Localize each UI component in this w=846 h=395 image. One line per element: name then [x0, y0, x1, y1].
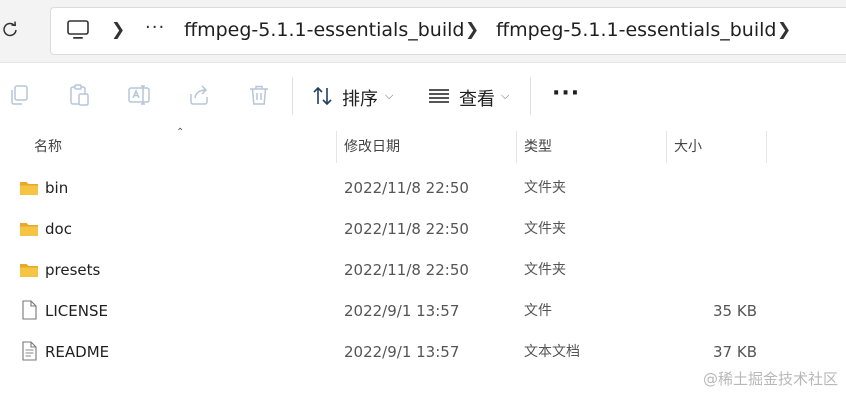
file-date: 2022/9/1 13:57 [344, 302, 460, 320]
file-row[interactable]: presets 2022/11/8 22:50 文件夹 [0, 249, 846, 290]
file-type: 文本文档 [524, 344, 580, 360]
column-header-type[interactable]: 类型 [524, 131, 552, 163]
address-strip: ❯ ··· ffmpeg-5.1.1-essentials_build ❯ ff… [0, 0, 846, 63]
copy-icon[interactable] [7, 83, 31, 107]
file-name[interactable]: doc [45, 219, 72, 239]
column-header-date[interactable]: 修改日期 [344, 131, 400, 163]
breadcrumb-item[interactable]: ffmpeg-5.1.1-essentials_build [496, 18, 776, 42]
text-document-icon [22, 341, 37, 361]
column-header-size[interactable]: 大小 [674, 131, 702, 163]
toolbar-divider [530, 77, 531, 115]
file-row[interactable]: doc 2022/11/8 22:50 文件夹 [0, 208, 846, 249]
file-name[interactable]: bin [45, 178, 68, 198]
view-button[interactable]: 查看 ⌵ [428, 81, 518, 110]
breadcrumb-item[interactable]: ffmpeg-5.1.1-essentials_build [184, 18, 464, 42]
rename-icon[interactable] [127, 83, 151, 107]
column-divider[interactable] [516, 131, 517, 163]
folder-icon [20, 264, 38, 277]
file-type: 文件 [524, 303, 552, 319]
file-row[interactable]: LICENSE 2022/9/1 13:57 文件 35 KB [0, 290, 846, 331]
column-divider[interactable] [336, 131, 337, 163]
chevron-down-icon: ⌵ [385, 89, 394, 102]
file-type: 文件夹 [524, 180, 566, 196]
file-name[interactable]: LICENSE [45, 301, 108, 321]
file-type: 文件夹 [524, 221, 566, 237]
view-list-icon [429, 89, 449, 103]
column-divider[interactable] [766, 131, 767, 163]
sort-button[interactable]: 排序 ⌵ [312, 81, 402, 110]
delete-icon[interactable] [247, 83, 271, 107]
file-name[interactable]: presets [45, 260, 100, 280]
toolbar-divider [292, 77, 293, 115]
folder-icon [20, 182, 38, 195]
file-date: 2022/11/8 22:50 [344, 261, 469, 279]
watermark: @稀土掘金技术社区 [702, 370, 838, 388]
file-size: 35 KB [713, 302, 757, 320]
sort-ascending-icon: ⌃ [176, 127, 185, 138]
file-name[interactable]: README [45, 342, 109, 362]
chevron-right-icon[interactable]: ❯ [777, 18, 791, 42]
column-header-name[interactable]: 名称 [34, 131, 62, 163]
chevron-down-icon: ⌵ [501, 89, 510, 102]
file-type: 文件夹 [524, 262, 566, 278]
address-bar[interactable]: ❯ ··· ffmpeg-5.1.1-essentials_build ❯ ff… [50, 7, 846, 55]
file-date: 2022/9/1 13:57 [344, 343, 460, 361]
view-label: 查看 [459, 89, 495, 110]
file-icon [22, 300, 37, 320]
file-row[interactable]: README 2022/9/1 13:57 文本文档 37 KB [0, 331, 846, 372]
share-icon[interactable] [187, 83, 211, 107]
command-bar: 排序 ⌵ 查看 ⌵ [0, 63, 846, 129]
file-date: 2022/11/8 22:50 [344, 220, 469, 238]
refresh-icon[interactable] [2, 20, 22, 42]
more-options-button[interactable]: ··· [552, 80, 580, 108]
sort-label: 排序 [342, 89, 378, 110]
computer-icon[interactable] [67, 20, 89, 40]
breadcrumb-overflow-button[interactable]: ··· [145, 16, 165, 40]
file-size: 37 KB [713, 343, 757, 361]
column-divider[interactable] [666, 131, 667, 163]
folder-icon [20, 223, 38, 236]
paste-icon[interactable] [67, 83, 91, 107]
chevron-right-icon[interactable]: ❯ [111, 18, 125, 42]
file-row[interactable]: bin 2022/11/8 22:50 文件夹 [0, 167, 846, 208]
file-date: 2022/11/8 22:50 [344, 179, 469, 197]
sort-icon [313, 86, 332, 106]
chevron-right-icon[interactable]: ❯ [465, 18, 479, 42]
